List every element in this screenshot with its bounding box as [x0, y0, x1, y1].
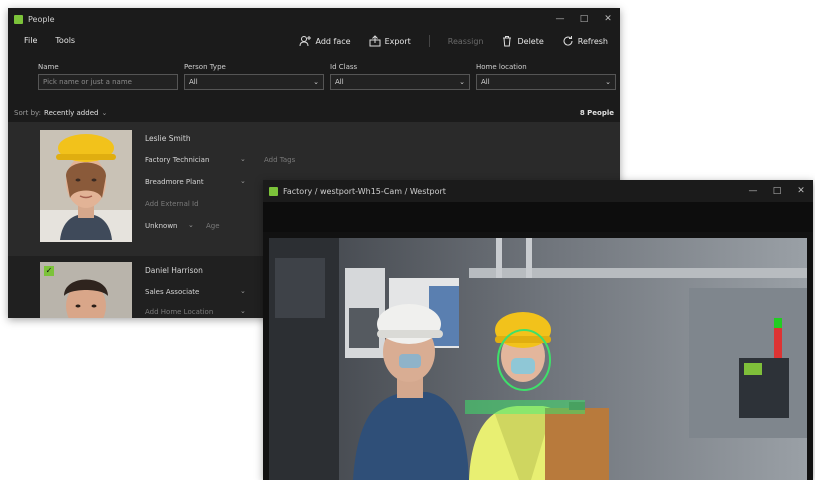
window-controls: — □ ✕: [741, 180, 813, 202]
age-field[interactable]: Age: [206, 222, 220, 230]
add-home-location-link[interactable]: Add Home Location: [145, 308, 213, 316]
chevron-down-icon[interactable]: ⌄: [188, 221, 194, 229]
person-photo[interactable]: [40, 130, 132, 242]
filter-person-type: Person Type All ⌄: [184, 63, 324, 90]
menu-file[interactable]: File: [24, 36, 37, 45]
delete-button[interactable]: Delete: [501, 35, 544, 47]
add-tags-link[interactable]: Add Tags: [264, 156, 295, 164]
export-icon: [369, 35, 381, 47]
person-photo[interactable]: ✓: [40, 262, 132, 318]
chevron-down-icon[interactable]: ⌄: [240, 307, 246, 315]
video-header-bar: [263, 202, 813, 232]
chevron-down-icon[interactable]: ⌄: [240, 155, 246, 163]
add-external-id-link[interactable]: Add External Id: [145, 200, 199, 208]
people-titlebar: People — □ ✕: [8, 8, 620, 30]
minimize-icon[interactable]: —: [548, 8, 572, 30]
person-status[interactable]: Unknown: [145, 222, 178, 230]
id-class-value: All: [335, 78, 344, 86]
add-face-button[interactable]: Add face: [299, 35, 351, 47]
id-class-filter-label: Id Class: [330, 63, 358, 71]
person-role[interactable]: Factory Technician: [145, 156, 209, 164]
face-photo-worker-helmet: [40, 130, 132, 242]
sort-bar: Sort by: Recently added ⌄ 8 People: [8, 106, 620, 120]
chevron-down-icon: ⌄: [459, 78, 465, 86]
sort-label: Sort by:: [14, 109, 42, 117]
maximize-icon[interactable]: □: [765, 180, 789, 202]
chevron-down-icon[interactable]: ⌄: [240, 177, 246, 185]
video-window-title: Factory / westport-Wh15-Cam / Westport: [283, 186, 446, 196]
refresh-icon: [563, 36, 573, 46]
menu-bar: File Tools: [24, 36, 75, 45]
video-window: Factory / westport-Wh15-Cam / Westport —…: [263, 180, 813, 480]
video-titlebar: Factory / westport-Wh15-Cam / Westport —…: [263, 180, 813, 202]
name-filter-input[interactable]: Pick name or just a name: [38, 74, 178, 90]
reassign-button[interactable]: Reassign: [448, 37, 484, 46]
person-name[interactable]: Daniel Harrison: [145, 266, 203, 275]
add-face-icon: [299, 36, 312, 47]
filter-id-class: Id Class All ⌄: [330, 63, 470, 90]
toolbar: Add face Export Reassign Delete Refresh: [299, 35, 608, 47]
delete-label: Delete: [517, 36, 544, 46]
app-icon: [269, 186, 278, 196]
window-controls: — □ ✕: [548, 8, 620, 30]
export-button[interactable]: Export: [369, 35, 411, 47]
home-location-filter-label: Home location: [476, 63, 527, 71]
person-type-filter-label: Person Type: [184, 63, 226, 71]
person-role[interactable]: Sales Associate: [145, 288, 199, 296]
minimize-icon[interactable]: —: [741, 180, 765, 202]
name-filter-label: Name: [38, 63, 59, 71]
home-location-value: All: [481, 78, 490, 86]
home-location-select[interactable]: All ⌄: [476, 74, 616, 90]
maximize-icon[interactable]: □: [572, 8, 596, 30]
person-type-select[interactable]: All ⌄: [184, 74, 324, 90]
toolbar-separator: [428, 35, 430, 47]
name-filter-placeholder: Pick name or just a name: [43, 78, 132, 86]
person-location[interactable]: Breadmore Plant: [145, 178, 204, 186]
person-name[interactable]: Leslie Smith: [145, 134, 191, 143]
refresh-button[interactable]: Refresh: [562, 35, 608, 47]
chevron-down-icon[interactable]: ⌄: [240, 287, 246, 295]
chevron-down-icon: ⌄: [313, 78, 319, 86]
app-icon: [14, 14, 23, 24]
id-class-select[interactable]: All ⌄: [330, 74, 470, 90]
sort-dropdown[interactable]: Recently added: [44, 109, 98, 117]
filter-name: Name Pick name or just a name: [38, 63, 178, 90]
close-icon[interactable]: ✕: [596, 8, 620, 30]
chevron-down-icon[interactable]: ⌄: [101, 109, 107, 117]
delete-icon: [503, 36, 512, 47]
refresh-label: Refresh: [577, 36, 608, 46]
add-face-label: Add face: [315, 36, 351, 46]
menu-tools[interactable]: Tools: [55, 36, 75, 45]
camera-feed[interactable]: [269, 238, 807, 480]
reassign-label: Reassign: [447, 36, 484, 46]
people-count: 8 People: [579, 109, 614, 117]
filters-row: Name Pick name or just a name Person Typ…: [38, 63, 616, 90]
people-window-title: People: [28, 14, 55, 24]
checkbox-icon[interactable]: ✓: [44, 266, 54, 276]
person-type-value: All: [189, 78, 198, 86]
factory-camera-image: [269, 238, 807, 480]
filter-home-location: Home location All ⌄: [476, 63, 616, 90]
close-icon[interactable]: ✕: [789, 180, 813, 202]
export-label: Export: [384, 36, 411, 46]
chevron-down-icon: ⌄: [605, 78, 611, 86]
